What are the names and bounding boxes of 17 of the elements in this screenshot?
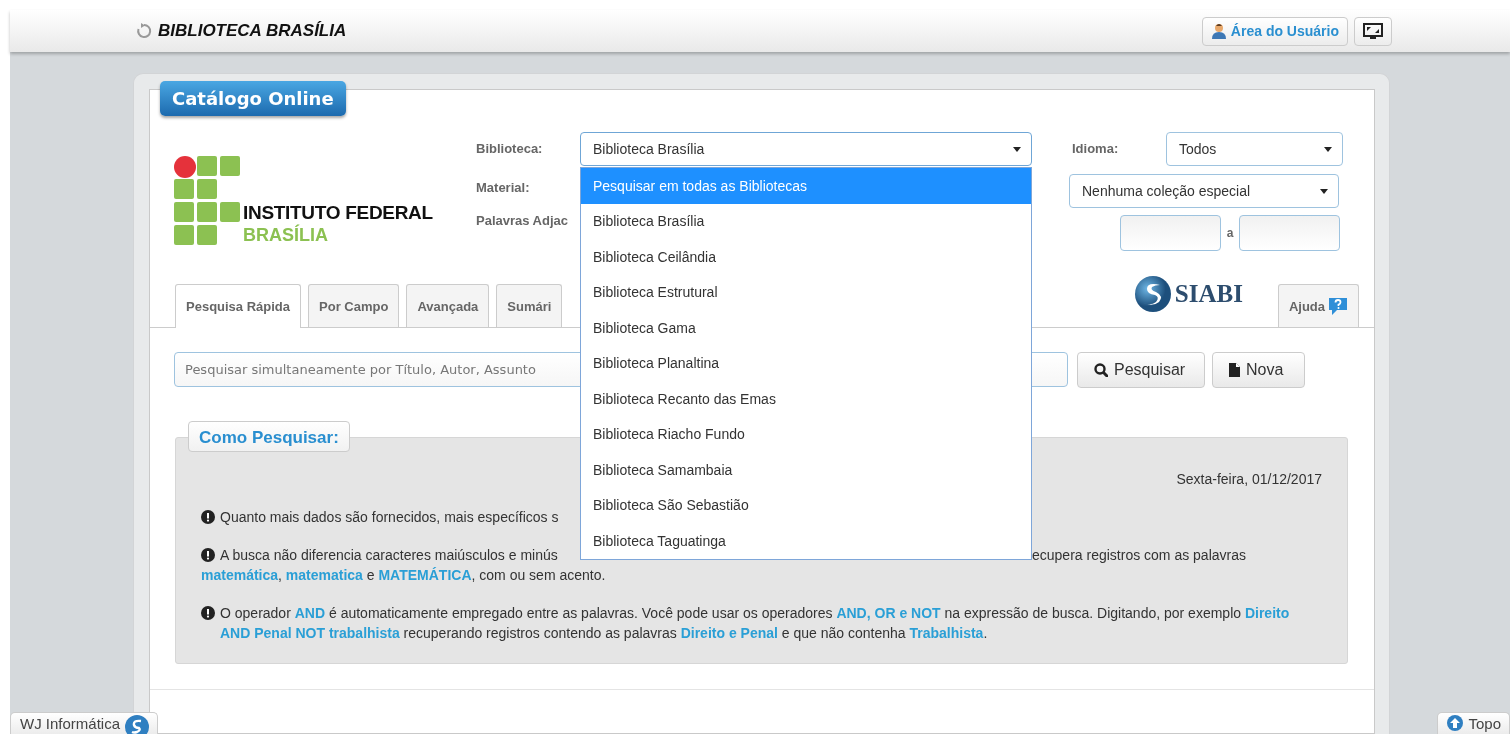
range-separator: a <box>1225 226 1235 240</box>
section-title: Como Pesquisar: <box>188 421 350 452</box>
field-label: Idioma: <box>1072 141 1120 156</box>
tip-text: A busca não diferencia caracteres maiúsculos e minús <box>220 546 559 565</box>
catalog-title: Catálogo Online <box>160 81 346 116</box>
tip-text: matemática, matematica e MATEMÁTICA, com ou sem acento. <box>201 567 606 583</box>
page-title: BIBLIOTECA BRASÍLIA <box>158 21 347 41</box>
tip-text: ecupera registros com as palavras <box>1032 546 1246 565</box>
brand-name: SIABI <box>1174 280 1243 308</box>
field-label: Palavras Adjac <box>476 213 569 228</box>
date-text: Sexta-feira, 01/12/2017 <box>1176 470 1322 488</box>
logo-text: BRASÍLIA <box>243 224 329 246</box>
logo-text: INSTITUTO FEDERAL <box>243 202 433 224</box>
tip-text: O operador AND é automaticamente empregado entre as palavras. Você pode usar os operadores AND, OR e NOT na expressão de busca. Digitando, por exemplo Direito AND Penal NOT trabalhista recuperando registros contendo as palavras Direito e Penal e que não contenha Trabalhista. <box>220 604 1291 643</box>
tip-text: Quanto mais dados são fornecidos, mais específicos s <box>220 508 559 527</box>
field-label: Material: <box>476 180 530 195</box>
field-label: Biblioteca: <box>476 141 544 156</box>
